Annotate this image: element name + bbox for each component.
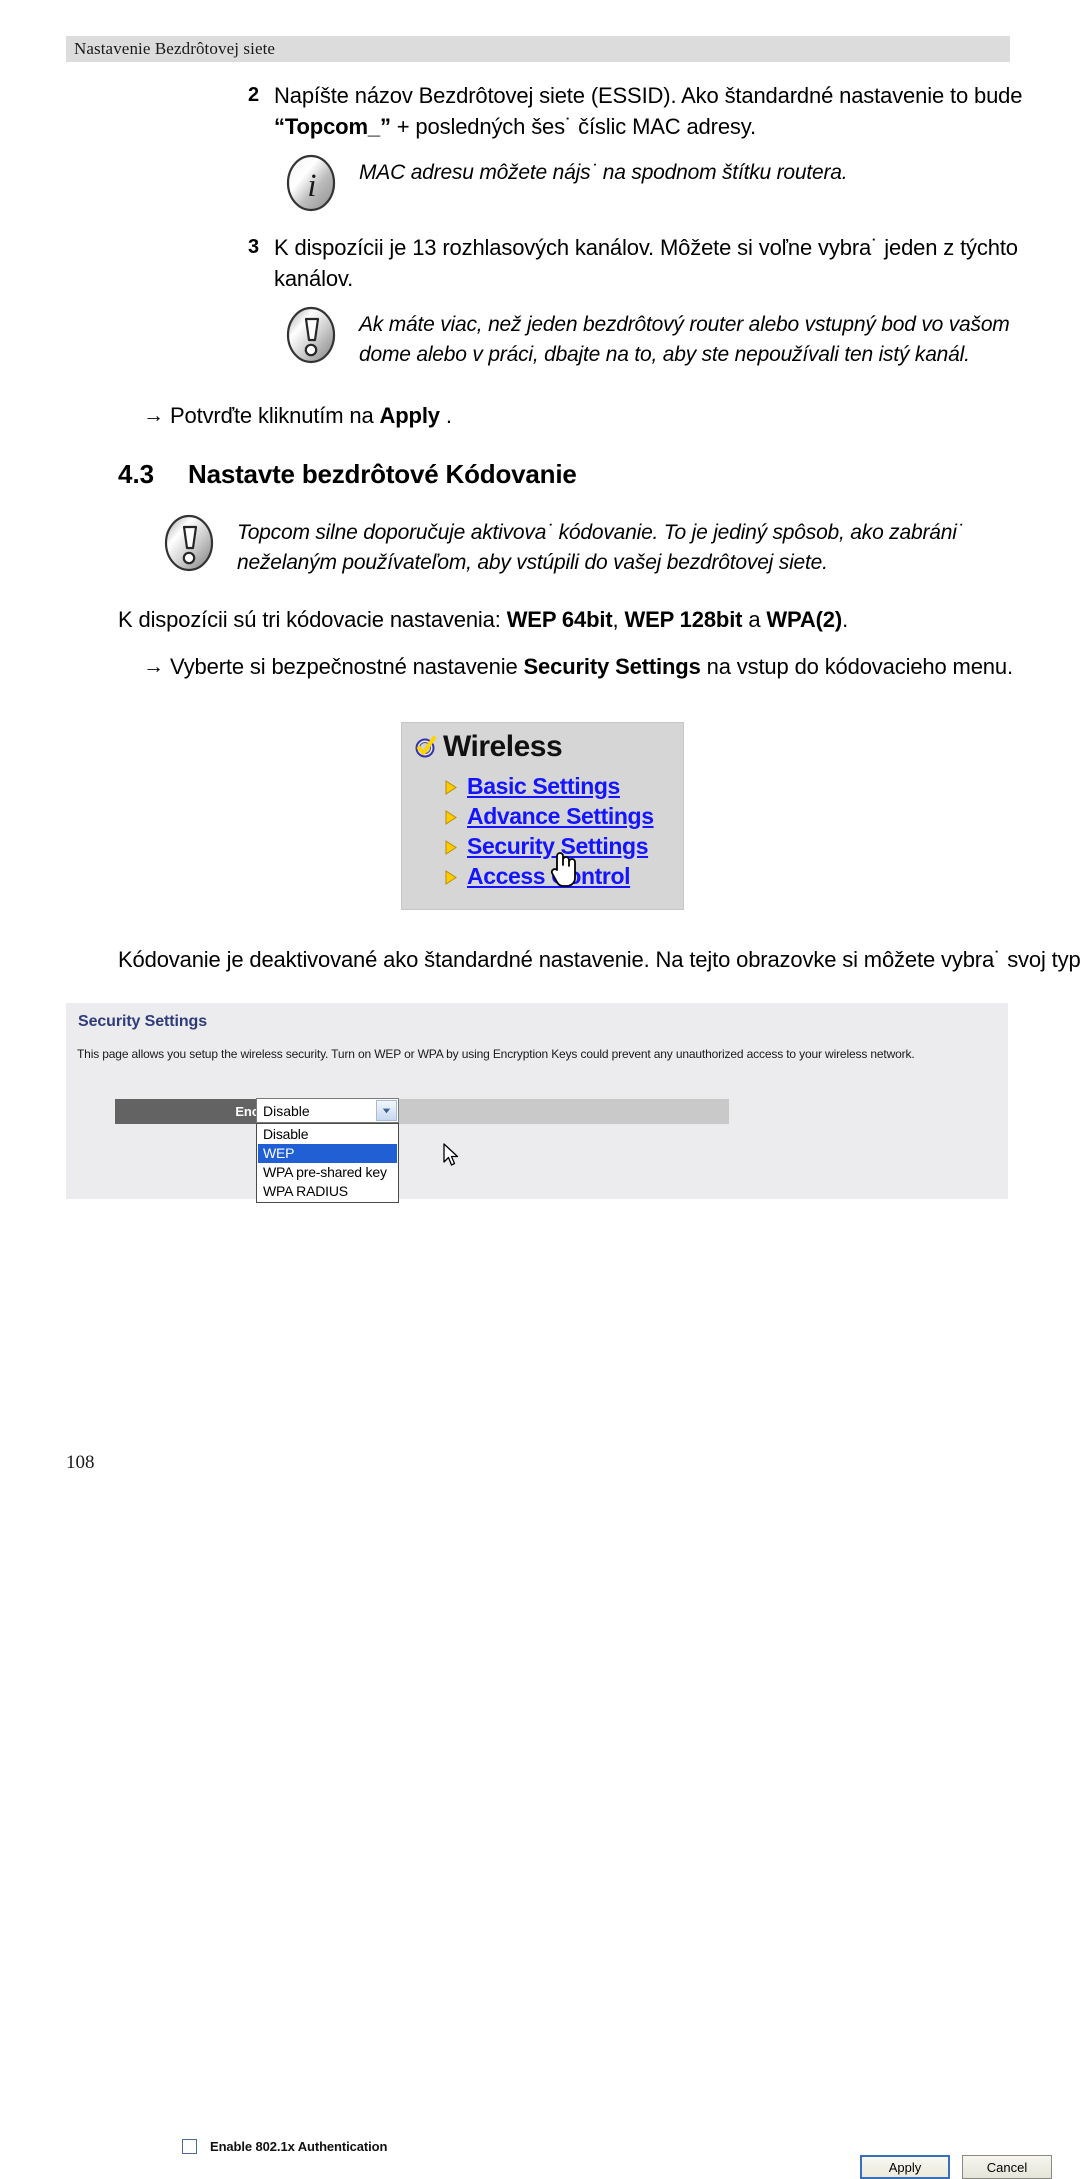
- wireless-menu-list: Basic Settings Advance Settings Security…: [402, 771, 683, 891]
- paragraph-sep-1: ,: [612, 607, 625, 632]
- apply-bullet: → Potvrďte kliknutím na Apply .: [0, 400, 1080, 431]
- default-encryption-paragraph: Kódovanie je deaktivované ako štandardné…: [118, 947, 1080, 972]
- select-option-wep[interactable]: WEP: [258, 1144, 397, 1163]
- encryption-select[interactable]: Disable: [256, 1098, 399, 1123]
- page-number: 108: [66, 1452, 95, 1473]
- warning-icon: [163, 514, 215, 572]
- encryption-warning-text: Topcom silne doporučuje aktivova˙ kódova…: [237, 521, 964, 574]
- panel-title: Security Settings: [78, 1013, 208, 1030]
- wireless-menu-item-label: Basic Settings: [467, 772, 620, 799]
- cancel-button[interactable]: Cancel: [962, 2155, 1052, 2179]
- step-text: K dispozícii je 13 rozhlasových kanálov.…: [274, 235, 1018, 291]
- list-item: 3 K dispozícii je 13 rozhlasových kanálo…: [0, 232, 1080, 294]
- apply-button[interactable]: Apply: [860, 2155, 950, 2179]
- step-text: Napíšte názov Bezdrôtovej siete (ESSID).…: [274, 80, 1030, 142]
- paragraph-bold-wep64: WEP 64bit: [506, 607, 613, 632]
- channel-warning-text: Ak máte viac, než jeden bezdrôtový route…: [359, 313, 1010, 366]
- step-text-part-2: + posledných šes˙ číslic MAC adresy.: [390, 114, 756, 139]
- section-title: Nastavte bezdrôtové Kódovanie: [188, 459, 577, 489]
- select-option-wpa-psk[interactable]: WPA pre-shared key: [258, 1163, 397, 1182]
- apply-bullet-text: Potvrďte kliknutím na Apply .: [170, 400, 452, 431]
- select-option-wpa-radius[interactable]: WPA RADIUS: [258, 1182, 397, 1201]
- check-circle-icon: [414, 736, 436, 758]
- arrow-right-icon: →: [143, 655, 164, 678]
- svg-text:i: i: [307, 168, 316, 204]
- encryption-row: Encryption :: [115, 1099, 729, 1124]
- arrow-cursor: [443, 1143, 461, 1169]
- list-item: 2 Napíšte názov Bezdrôtovej siete (ESSID…: [0, 80, 1080, 142]
- encryption-select-dropdown[interactable]: Disable WEP WPA pre-shared key WPA RADIU…: [256, 1123, 399, 1203]
- triangle-right-icon: [444, 869, 458, 885]
- triangle-right-icon: [444, 809, 458, 825]
- paragraph-part: K dispozícii sú tri kódovacie nastavenia…: [118, 607, 507, 632]
- wireless-menu-item-label: Advance Settings: [467, 802, 654, 829]
- info-icon: i: [285, 154, 337, 212]
- security-settings-panel: Security Settings This page allows you s…: [66, 1003, 1052, 2179]
- section-number: 4.3: [118, 459, 155, 489]
- running-header: Nastavenie Bezdrôtovej siete: [66, 36, 1010, 62]
- enable-8021x-checkbox[interactable]: [182, 2139, 197, 2154]
- enable-8021x-label: Enable 802.1x Authentication: [210, 2139, 388, 2154]
- security-bullet-part: Vyberte si bezpečnostné nastavenie: [170, 654, 524, 679]
- paragraph-part-end: .: [842, 607, 849, 632]
- triangle-right-icon: [444, 839, 458, 855]
- step-number: 2: [248, 84, 260, 106]
- auth-row: Enable 802.1x Authentication: [115, 2139, 387, 2154]
- encryption-options-paragraph: K dispozícii sú tri kódovacie nastavenia…: [0, 604, 1080, 635]
- step-text-bold: “Topcom_”: [274, 114, 391, 139]
- section-heading: 4.3 Nastavte bezdrôtové Kódovanie: [0, 459, 1080, 490]
- paragraph-bold-wep128: WEP 128bit: [624, 607, 743, 632]
- wireless-menu-screenshot: Wireless Basic Settings Advance Settings…: [401, 722, 684, 910]
- encryption-warning-note: Topcom silne doporučuje aktivova˙ kódova…: [0, 512, 1080, 578]
- triangle-right-icon: [444, 779, 458, 795]
- paragraph-bold-wpa2: WPA(2): [766, 607, 843, 632]
- security-settings-bullet: → Vyberte si bezpečnostné nastavenie Sec…: [0, 651, 1080, 682]
- apply-bullet-text-part: Potvrďte kliknutím na: [170, 403, 380, 428]
- running-header-title: Nastavenie Bezdrôtovej siete: [74, 39, 276, 58]
- channel-warning-note: Ak máte viac, než jeden bezdrôtový route…: [0, 304, 1080, 370]
- chevron-down-icon[interactable]: [376, 1100, 397, 1121]
- apply-bullet-text-part-2: .: [439, 403, 452, 428]
- step-text-part: Napíšte názov Bezdrôtovej siete (ESSID).…: [274, 83, 1023, 108]
- encryption-select-value: Disable: [263, 1102, 310, 1119]
- security-bullet-bold: Security Settings: [523, 654, 701, 679]
- wireless-menu-item-advance-settings[interactable]: Advance Settings: [444, 801, 683, 831]
- panel-description: This page allows you setup the wireless …: [77, 1047, 915, 1061]
- security-bullet-part-2: na vstup do kódovacieho menu.: [700, 654, 1013, 679]
- wireless-menu-item-basic-settings[interactable]: Basic Settings: [444, 771, 683, 801]
- paragraph-sep-2: a: [742, 607, 767, 632]
- document-body: 2 Napíšte názov Bezdrôtovej siete (ESSID…: [0, 80, 1080, 682]
- apply-bullet-bold: Apply: [379, 403, 441, 428]
- warning-icon: [285, 306, 337, 364]
- hand-pointer-cursor: [547, 848, 581, 888]
- wireless-menu-title: Wireless: [402, 723, 683, 762]
- info-note-text: MAC adresu môžete nájs˙ na spodnom štítk…: [359, 161, 848, 184]
- arrow-right-icon: →: [143, 404, 164, 427]
- button-row: Apply Cancel: [860, 2155, 1052, 2179]
- step-number: 3: [248, 236, 260, 258]
- select-option-disable[interactable]: Disable: [258, 1125, 397, 1144]
- security-bullet-text: Vyberte si bezpečnostné nastavenie Secur…: [170, 651, 1013, 682]
- info-note: i MAC adresu môžete nájs˙ na spodnom ští…: [0, 152, 1080, 212]
- wireless-title-text: Wireless: [443, 730, 563, 763]
